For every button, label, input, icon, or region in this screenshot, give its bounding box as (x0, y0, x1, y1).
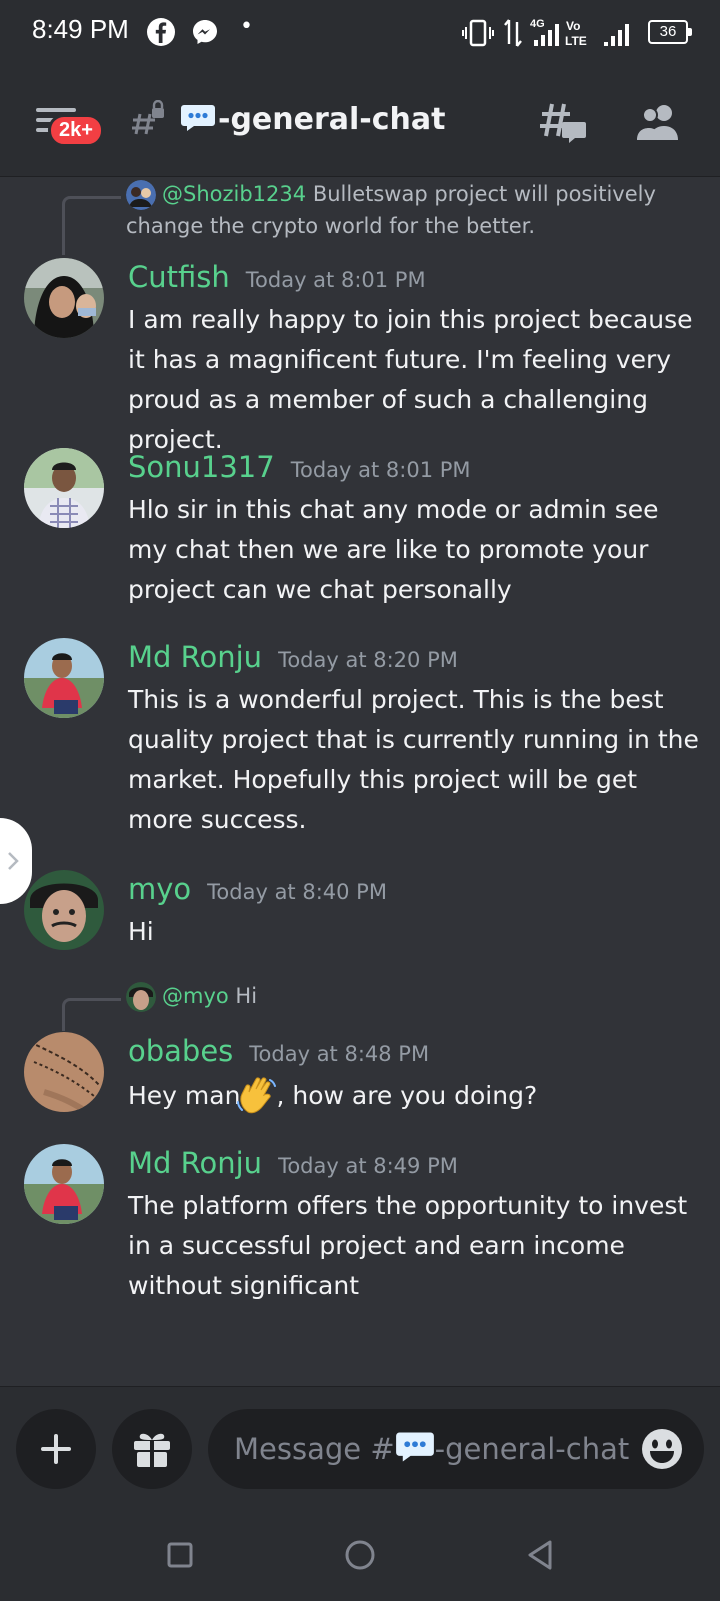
reply-preview[interactable]: @Shozib1234 Bulletswap project will posi… (126, 178, 686, 242)
timestamp: Today at 8:01 PM (245, 268, 426, 292)
data-arrows-icon (504, 19, 522, 47)
notification-badge: 2k+ (48, 114, 104, 147)
username[interactable]: myo (128, 872, 191, 906)
back-icon[interactable] (520, 1535, 560, 1575)
speech-bubble-icon (181, 105, 215, 131)
message-input[interactable] (208, 1409, 704, 1489)
username[interactable]: Cutfish (128, 260, 230, 294)
message-header: Sonu1317 Today at 8:01 PM (128, 450, 471, 484)
message-text: The platform offers the opportunity to i… (128, 1191, 688, 1300)
facebook-icon (147, 18, 175, 46)
svg-text:Vo: Vo (566, 19, 580, 33)
gift-button[interactable] (112, 1409, 192, 1489)
username[interactable]: obabes (128, 1034, 233, 1068)
battery-level: 36 (659, 23, 677, 40)
waving-hand-icon (237, 1077, 277, 1114)
threads-icon[interactable] (540, 100, 588, 144)
chevron-right-icon (8, 852, 19, 870)
plus-icon (41, 1434, 71, 1464)
avatar[interactable] (24, 870, 104, 950)
message-text: I am really happy to join this project b… (128, 305, 693, 454)
home-icon[interactable] (340, 1535, 380, 1575)
reply-mention[interactable]: @myo (162, 984, 229, 1008)
add-attachment-button[interactable] (16, 1409, 96, 1489)
emoji-picker-icon[interactable] (640, 1427, 684, 1471)
message-text: Hlo sir in this chat any mode or admin s… (128, 495, 659, 604)
timestamp: Today at 8:20 PM (278, 648, 458, 672)
signal-icon (604, 24, 629, 46)
reply-connector (62, 196, 121, 255)
timestamp: Today at 8:40 PM (207, 880, 387, 904)
reply-avatar (126, 982, 156, 1012)
system-nav-bar (0, 1507, 720, 1601)
svg-text:LTE: LTE (565, 34, 587, 48)
message-header: Cutfish Today at 8:01 PM (128, 260, 426, 294)
private-channel-icon (132, 100, 164, 135)
message-composer: Message # -general-chat (0, 1386, 720, 1601)
channel-title[interactable]: -general-chat (218, 102, 445, 137)
username[interactable]: Md Ronju (128, 1146, 262, 1180)
avatar[interactable] (24, 1144, 104, 1224)
avatar[interactable] (24, 258, 104, 338)
timestamp: Today at 8:48 PM (249, 1042, 430, 1066)
reply-avatar (126, 180, 156, 210)
messenger-icon (193, 20, 217, 44)
message-header: Md Ronju Today at 8:20 PM (128, 640, 458, 674)
timestamp: Today at 8:49 PM (278, 1154, 458, 1178)
notification-dot: • (240, 14, 253, 39)
message-text: Hi (128, 917, 154, 946)
reply-preview[interactable]: @myo Hi (126, 980, 686, 1012)
username[interactable]: Sonu1317 (128, 450, 275, 484)
status-time: 8:49 PM (32, 14, 129, 44)
status-bar: 8:49 PM • 4G Vo LTE 36 (0, 0, 720, 66)
network-4g-label: 4G (530, 18, 545, 30)
reply-mention[interactable]: @Shozib1234 (162, 182, 306, 206)
message-header: myo Today at 8:40 PM (128, 872, 387, 906)
message-text: This is a wonderful project. This is the… (128, 685, 699, 834)
vibrate-icon (462, 19, 494, 47)
signal-4g-icon: 4G (530, 18, 559, 46)
avatar[interactable] (24, 448, 104, 528)
message-text-part: , how are you doing? (276, 1081, 538, 1110)
timestamp: Today at 8:01 PM (290, 458, 471, 482)
members-icon[interactable] (636, 102, 682, 142)
recent-apps-icon[interactable] (160, 1535, 200, 1575)
avatar[interactable] (24, 638, 104, 718)
gift-icon (134, 1433, 170, 1467)
message-list[interactable]: @Shozib1234 Bulletswap project will posi… (0, 176, 720, 1386)
reply-text: Hi (235, 984, 258, 1008)
reply-connector (62, 998, 121, 1031)
message-header: obabes Today at 8:48 PM (128, 1034, 429, 1068)
channel-header: 2k+ -general-chat (0, 66, 720, 177)
volte-icon: Vo LTE (565, 19, 587, 48)
username[interactable]: Md Ronju (128, 640, 262, 674)
message-text-part: Hey man (128, 1081, 241, 1110)
message-text: Hey man , how are you doing? (128, 1074, 700, 1116)
avatar[interactable] (24, 1032, 104, 1112)
message-header: Md Ronju Today at 8:49 PM (128, 1146, 458, 1180)
battery-indicator: 36 (648, 20, 692, 44)
